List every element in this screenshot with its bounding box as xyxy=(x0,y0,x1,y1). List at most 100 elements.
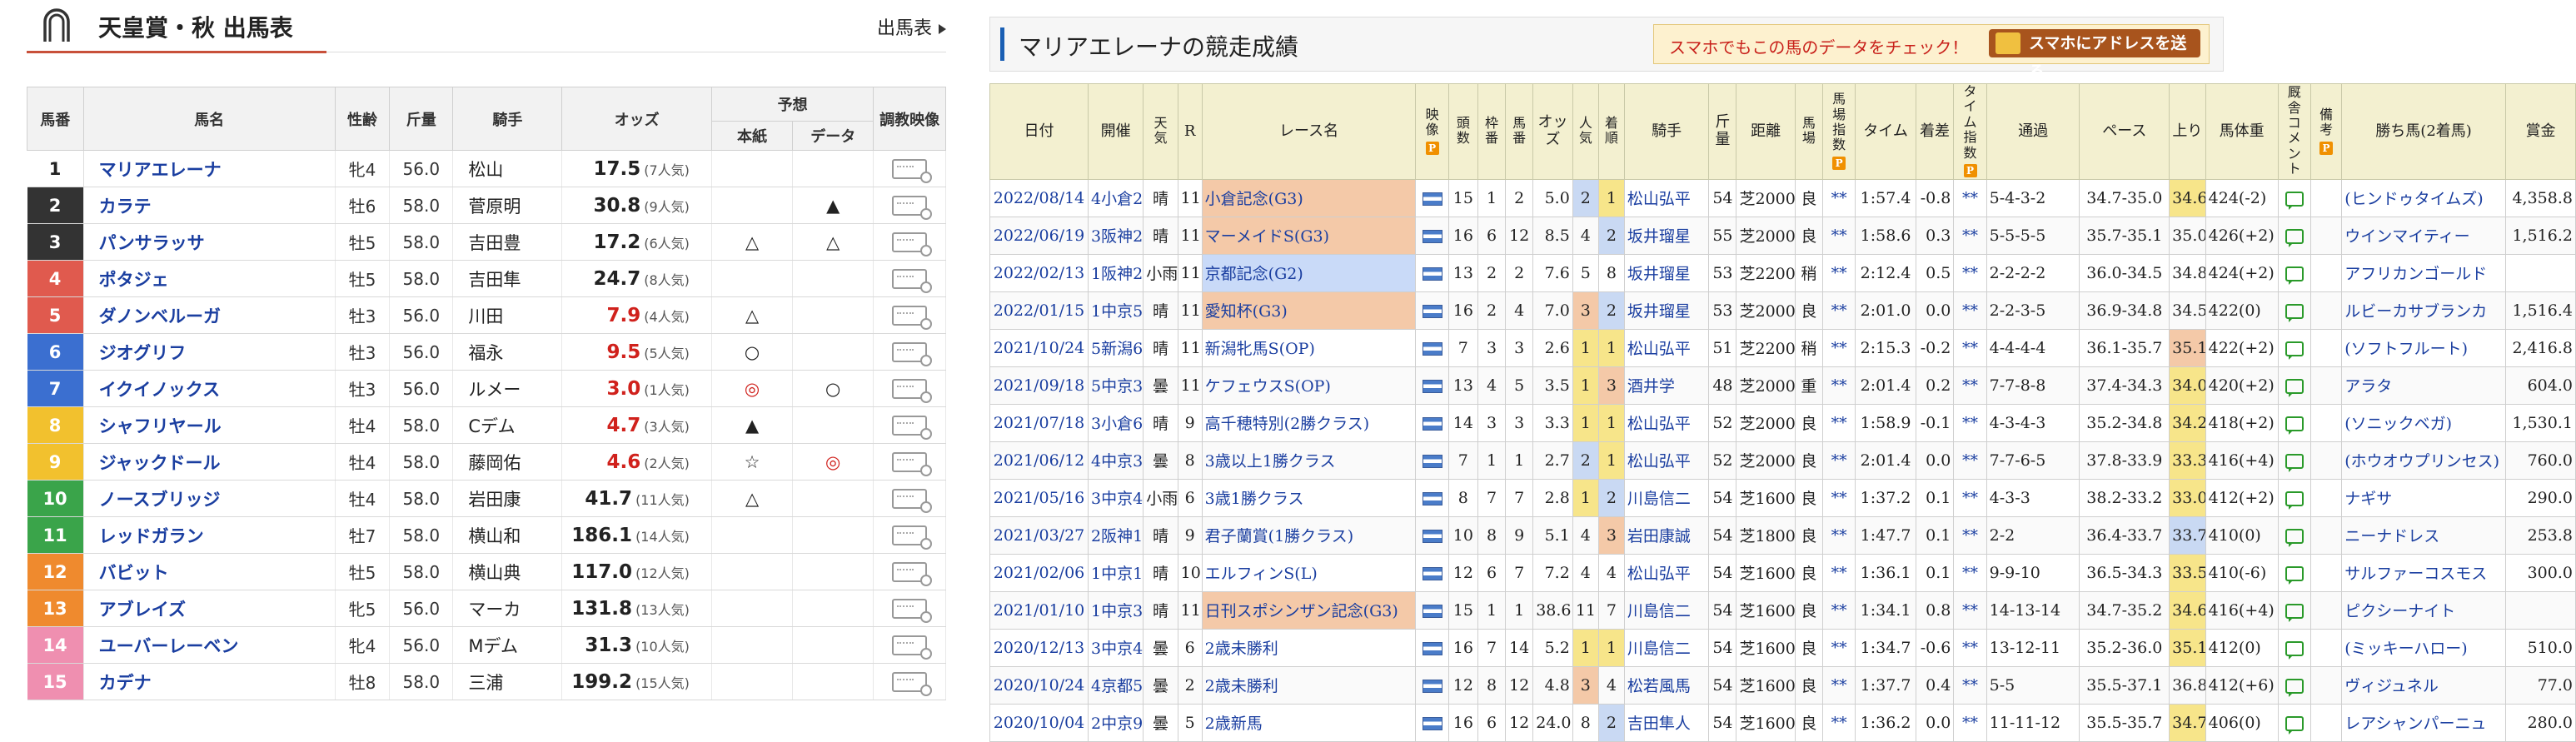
jockey-link[interactable]: 川島信二 xyxy=(1623,590,1710,630)
video-icon[interactable] xyxy=(892,635,933,660)
comment-icon[interactable] xyxy=(2285,341,2304,360)
race-date-link[interactable]: 2022/01/15 xyxy=(989,291,1089,330)
time-index[interactable]: ** xyxy=(1953,703,1987,742)
winner-link[interactable]: ピクシーナイト xyxy=(2341,590,2506,630)
jockey-link[interactable]: 川島信二 xyxy=(1623,478,1710,517)
video-cell[interactable] xyxy=(873,516,946,554)
jockey-link[interactable]: 坂井瑠星 xyxy=(1623,291,1710,330)
track-index[interactable]: ** xyxy=(1821,403,1856,442)
stable-comment-cell[interactable] xyxy=(2277,441,2311,480)
winner-link[interactable]: ヴィジュネル xyxy=(2341,665,2506,705)
race-name-link[interactable]: 小倉記念(G3) xyxy=(1201,178,1417,217)
video-flag-icon[interactable] xyxy=(1422,641,1442,655)
winner-link[interactable]: アラタ xyxy=(2341,366,2506,405)
kaisai-link[interactable]: 3小倉6 xyxy=(1088,403,1144,442)
race-date-link[interactable]: 2021/01/10 xyxy=(989,590,1089,630)
horse-name-link[interactable]: カラテ xyxy=(83,187,336,224)
comment-icon[interactable] xyxy=(2285,416,2304,435)
stable-comment-cell[interactable] xyxy=(2277,665,2311,705)
track-index[interactable]: ** xyxy=(1821,515,1856,555)
kaisai-link[interactable]: 5中京3 xyxy=(1088,366,1144,405)
video-icon[interactable] xyxy=(892,416,933,440)
winner-link[interactable]: ルビーカサブランカ xyxy=(2341,291,2506,330)
video-cell[interactable] xyxy=(1415,366,1449,405)
stable-comment-cell[interactable] xyxy=(2277,291,2311,330)
jockey-link[interactable]: 松若風馬 xyxy=(1623,665,1710,705)
winner-link[interactable]: サルファーコスモス xyxy=(2341,553,2506,592)
comment-icon[interactable] xyxy=(2285,565,2304,585)
video-cell[interactable] xyxy=(1415,178,1449,217)
time-index[interactable]: ** xyxy=(1953,178,1987,217)
race-name-link[interactable]: 3歳以上1勝クラス xyxy=(1201,441,1417,480)
jockey-link[interactable]: 酒井学 xyxy=(1623,366,1710,405)
video-cell[interactable] xyxy=(873,150,946,187)
comment-icon[interactable] xyxy=(2285,228,2304,247)
time-index[interactable]: ** xyxy=(1953,441,1987,480)
horse-name-link[interactable]: シャフリヤール xyxy=(83,406,336,444)
winner-link[interactable]: (ヒンドゥタイムズ) xyxy=(2341,178,2506,217)
jockey-link[interactable]: 松山弘平 xyxy=(1623,441,1710,480)
video-cell[interactable] xyxy=(1415,553,1449,592)
track-index[interactable]: ** xyxy=(1821,216,1856,255)
stable-comment-cell[interactable] xyxy=(2277,253,2311,292)
race-name-link[interactable]: 3歳1勝クラス xyxy=(1201,478,1417,517)
video-cell[interactable] xyxy=(1415,216,1449,255)
horse-name-link[interactable]: バビット xyxy=(83,553,336,590)
kaisai-link[interactable]: 5新潟6 xyxy=(1088,328,1144,367)
time-index[interactable]: ** xyxy=(1953,628,1987,667)
kaisai-link[interactable]: 3中京4 xyxy=(1088,478,1144,517)
video-icon[interactable] xyxy=(892,525,933,550)
time-index[interactable]: ** xyxy=(1953,216,1987,255)
video-cell[interactable] xyxy=(873,626,946,664)
horse-name-link[interactable]: パンサラッサ xyxy=(83,223,336,261)
video-cell[interactable] xyxy=(1415,403,1449,442)
race-card-link-label[interactable]: 出馬表 xyxy=(877,18,932,39)
video-cell[interactable] xyxy=(873,223,946,261)
video-icon[interactable] xyxy=(892,196,933,220)
video-flag-icon[interactable] xyxy=(1422,266,1442,281)
jockey-link[interactable]: 岩田康誠 xyxy=(1623,515,1710,555)
winner-link[interactable]: (ソフトフルート) xyxy=(2341,328,2506,367)
video-cell[interactable] xyxy=(873,187,946,224)
track-index[interactable]: ** xyxy=(1821,553,1856,592)
video-cell[interactable] xyxy=(1415,515,1449,555)
comment-icon[interactable] xyxy=(2285,491,2304,510)
time-index[interactable]: ** xyxy=(1953,253,1987,292)
race-card-link[interactable]: 出馬表 xyxy=(877,13,946,40)
jockey-link[interactable]: 吉田隼人 xyxy=(1623,703,1710,742)
time-index[interactable]: ** xyxy=(1953,665,1987,705)
video-flag-icon[interactable] xyxy=(1422,341,1442,356)
video-cell[interactable] xyxy=(873,296,946,334)
video-icon[interactable] xyxy=(892,306,933,330)
race-name-link[interactable]: 2歳未勝利 xyxy=(1201,665,1417,705)
race-name-link[interactable]: 新潟牝馬S(OP) xyxy=(1201,328,1417,367)
horse-name-link[interactable]: ジオグリフ xyxy=(83,333,336,371)
video-cell[interactable] xyxy=(1415,703,1449,742)
time-index[interactable]: ** xyxy=(1953,478,1987,517)
jockey-link[interactable]: 松山弘平 xyxy=(1623,328,1710,367)
video-cell[interactable] xyxy=(873,370,946,407)
stable-comment-cell[interactable] xyxy=(2277,590,2311,630)
track-index[interactable]: ** xyxy=(1821,178,1856,217)
kaisai-link[interactable]: 4中京3 xyxy=(1088,441,1144,480)
stable-comment-cell[interactable] xyxy=(2277,216,2311,255)
stable-comment-cell[interactable] xyxy=(2277,328,2311,367)
race-name-link[interactable]: 2歳未勝利 xyxy=(1201,628,1417,667)
video-flag-icon[interactable] xyxy=(1422,454,1442,468)
kaisai-link[interactable]: 3中京4 xyxy=(1088,628,1144,667)
track-index[interactable]: ** xyxy=(1821,478,1856,517)
stable-comment-cell[interactable] xyxy=(2277,515,2311,555)
winner-link[interactable]: ウインマイティー xyxy=(2341,216,2506,255)
race-name-link[interactable]: 日刊スポシンザン記念(G3) xyxy=(1201,590,1417,630)
comment-icon[interactable] xyxy=(2285,378,2304,397)
stable-comment-cell[interactable] xyxy=(2277,478,2311,517)
kaisai-link[interactable]: 4京都5 xyxy=(1088,665,1144,705)
race-name-link[interactable]: エルフィンS(L) xyxy=(1201,553,1417,592)
horse-name-link[interactable]: マリアエレーナ xyxy=(83,150,336,187)
stable-comment-cell[interactable] xyxy=(2277,553,2311,592)
jockey-link[interactable]: 松山弘平 xyxy=(1623,403,1710,442)
time-index[interactable]: ** xyxy=(1953,328,1987,367)
horse-name-link[interactable]: ダノンベルーガ xyxy=(83,296,336,334)
video-cell[interactable] xyxy=(873,406,946,444)
video-cell[interactable] xyxy=(1415,328,1449,367)
